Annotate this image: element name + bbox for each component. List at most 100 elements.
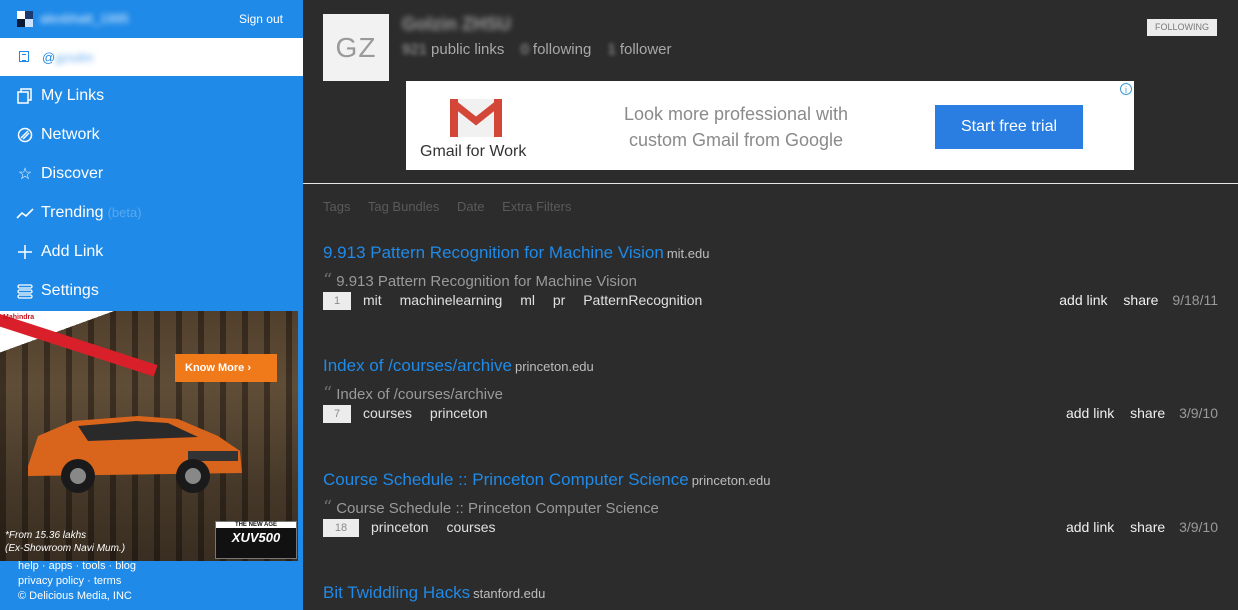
sidebar-item-label: Add Link [41, 243, 104, 260]
list-item: Index of /courses/archive princeton.edu “… [323, 356, 1218, 423]
avatar[interactable]: GZ [323, 14, 389, 81]
car-advertisement[interactable]: Mahindra *From 15.36 lakhs (Ex-Showroom … [0, 311, 298, 561]
sidebar-item-label: My Links [41, 87, 105, 104]
link-date: 3/9/10 [1179, 519, 1218, 535]
suv-image [28, 416, 242, 493]
account-bar: alexbhatt_1995 Sign out [0, 0, 303, 38]
blog-link[interactable]: blog [115, 560, 136, 572]
following-stat[interactable]: 0 following [521, 41, 592, 58]
gmail-advertisement[interactable]: Gmail for Work Look more professional wi… [406, 81, 1134, 170]
link-actions: add link share 3/9/10 [1054, 519, 1218, 535]
star-icon: ☆ [17, 166, 33, 183]
save-count-badge[interactable]: 18 [323, 519, 359, 537]
list-item: Bit Twiddling Hacks stanford.edu [323, 583, 1218, 603]
link-description: “Index of /courses/archive [323, 383, 503, 404]
profile-handle: @gzsdm [42, 50, 94, 65]
add-link-button[interactable]: add link [1066, 405, 1114, 421]
sidebar-item-my-links[interactable]: My Links [0, 77, 303, 116]
main-content: GZ Golzin ZHSU 921 public links 0 followin… [303, 0, 1238, 610]
public-links-stat[interactable]: 921 public links [402, 41, 504, 58]
gmail-logo-icon [450, 99, 502, 137]
terms-link[interactable]: terms [94, 575, 122, 587]
sidebar-item-label: Trending (beta) [41, 204, 142, 221]
link-actions: add link share 3/9/10 [1054, 405, 1218, 421]
profile-link[interactable]: @gzsdm [0, 38, 303, 76]
account-username[interactable]: alexbhatt_1995 [40, 11, 129, 26]
share-button[interactable]: share [1123, 292, 1158, 308]
ad-info-icon[interactable]: i [1120, 83, 1132, 95]
link-date: 3/9/10 [1179, 405, 1218, 421]
network-icon [16, 127, 34, 145]
quote-icon: “ [323, 383, 333, 404]
link-title[interactable]: Bit Twiddling Hacks [323, 583, 470, 602]
tag[interactable]: courses [363, 405, 412, 421]
filter-date[interactable]: Date [457, 199, 484, 214]
delicious-logo-icon[interactable] [17, 11, 33, 27]
sidebar-item-settings[interactable]: Settings [0, 272, 303, 311]
sidebar-item-trending[interactable]: Trending (beta) [0, 194, 303, 233]
link-meta-row: 18 princeton courses add link share 3/9/… [323, 519, 1218, 539]
sidebar-item-discover[interactable]: ☆ Discover [0, 155, 303, 194]
tag-list: mit machinelearning ml pr PatternRecogni… [363, 292, 716, 308]
quote-icon: “ [323, 497, 333, 518]
link-meta-row: 1 mit machinelearning ml pr PatternRecog… [323, 292, 1218, 312]
tag[interactable]: princeton [371, 519, 429, 535]
copyright-text: © Delicious Media, INC [18, 590, 132, 602]
help-link[interactable]: help [18, 560, 39, 572]
sidebar-item-add-link[interactable]: Add Link [0, 233, 303, 272]
link-date: 9/18/11 [1172, 292, 1218, 308]
sidebar-item-label: Network [41, 126, 100, 143]
profile-stats: 921 public links 0 following 1 follower [402, 41, 684, 58]
apps-link[interactable]: apps [49, 560, 73, 572]
gmail-ad-text: Look more professional with custom Gmail… [623, 104, 849, 150]
tag[interactable]: courses [446, 519, 495, 535]
filter-tag-bundles[interactable]: Tag Bundles [368, 199, 440, 214]
sidebar-footer: help · apps · tools · blog privacy polic… [18, 560, 137, 602]
tag[interactable]: machinelearning [400, 292, 503, 308]
save-count-badge[interactable]: 7 [323, 405, 351, 423]
settings-icon [16, 283, 34, 301]
tag[interactable]: PatternRecognition [583, 292, 702, 308]
filter-tags[interactable]: Tags [323, 199, 350, 214]
tag[interactable]: ml [520, 292, 535, 308]
ad-model-badge: THE NEW AGE XUV500 [215, 521, 297, 559]
link-title[interactable]: 9.913 Pattern Recognition for Machine Vi… [323, 243, 664, 262]
tools-link[interactable]: tools [82, 560, 105, 572]
sidebar-item-network[interactable]: Network [0, 116, 303, 155]
link-description: “9.913 Pattern Recognition for Machine V… [323, 270, 637, 291]
tag-list: courses princeton [363, 405, 502, 421]
tag[interactable]: princeton [430, 405, 488, 421]
tag-list: princeton courses [371, 519, 510, 535]
tag[interactable]: pr [553, 292, 565, 308]
link-domain: mit.edu [666, 246, 710, 261]
sidebar-item-label: Discover [41, 165, 104, 182]
sidebar: alexbhatt_1995 Sign out @gzsdm My Links … [0, 0, 303, 610]
add-link-button[interactable]: add link [1066, 519, 1114, 535]
add-link-button[interactable]: add link [1059, 292, 1107, 308]
save-count-badge[interactable]: 1 [323, 292, 351, 310]
filter-extra[interactable]: Extra Filters [502, 199, 571, 214]
share-button[interactable]: share [1130, 405, 1165, 421]
trending-icon [16, 205, 34, 223]
link-description: “Course Schedule :: Princeton Computer S… [323, 497, 659, 518]
gmail-brand-text: Gmail for Work [420, 143, 527, 160]
link-meta-row: 7 courses princeton add link share 3/9/1… [323, 405, 1218, 425]
link-domain: stanford.edu [473, 586, 546, 601]
follower-stat[interactable]: 1 follower [607, 41, 671, 58]
sign-out-link[interactable]: Sign out [239, 12, 283, 26]
chevron-right-icon: › [247, 362, 252, 374]
profile-card-icon [19, 51, 29, 62]
start-free-trial-button[interactable]: Start free trial [935, 105, 1083, 149]
tag[interactable]: mit [363, 292, 382, 308]
share-button[interactable]: share [1130, 519, 1165, 535]
know-more-button[interactable]: Know More › [175, 354, 277, 382]
divider [303, 183, 1238, 184]
quote-icon: “ [323, 270, 333, 291]
link-title[interactable]: Index of /courses/archive [323, 356, 512, 375]
link-domain: princeton.edu [514, 359, 594, 374]
privacy-policy-link[interactable]: privacy policy [18, 575, 84, 587]
following-button[interactable]: FOLLOWING [1146, 19, 1217, 36]
plus-icon [16, 244, 34, 262]
ad-price-text: *From 15.36 lakhs (Ex-Showroom Navi Mum.… [5, 530, 126, 554]
link-title[interactable]: Course Schedule :: Princeton Computer Sc… [323, 470, 689, 489]
